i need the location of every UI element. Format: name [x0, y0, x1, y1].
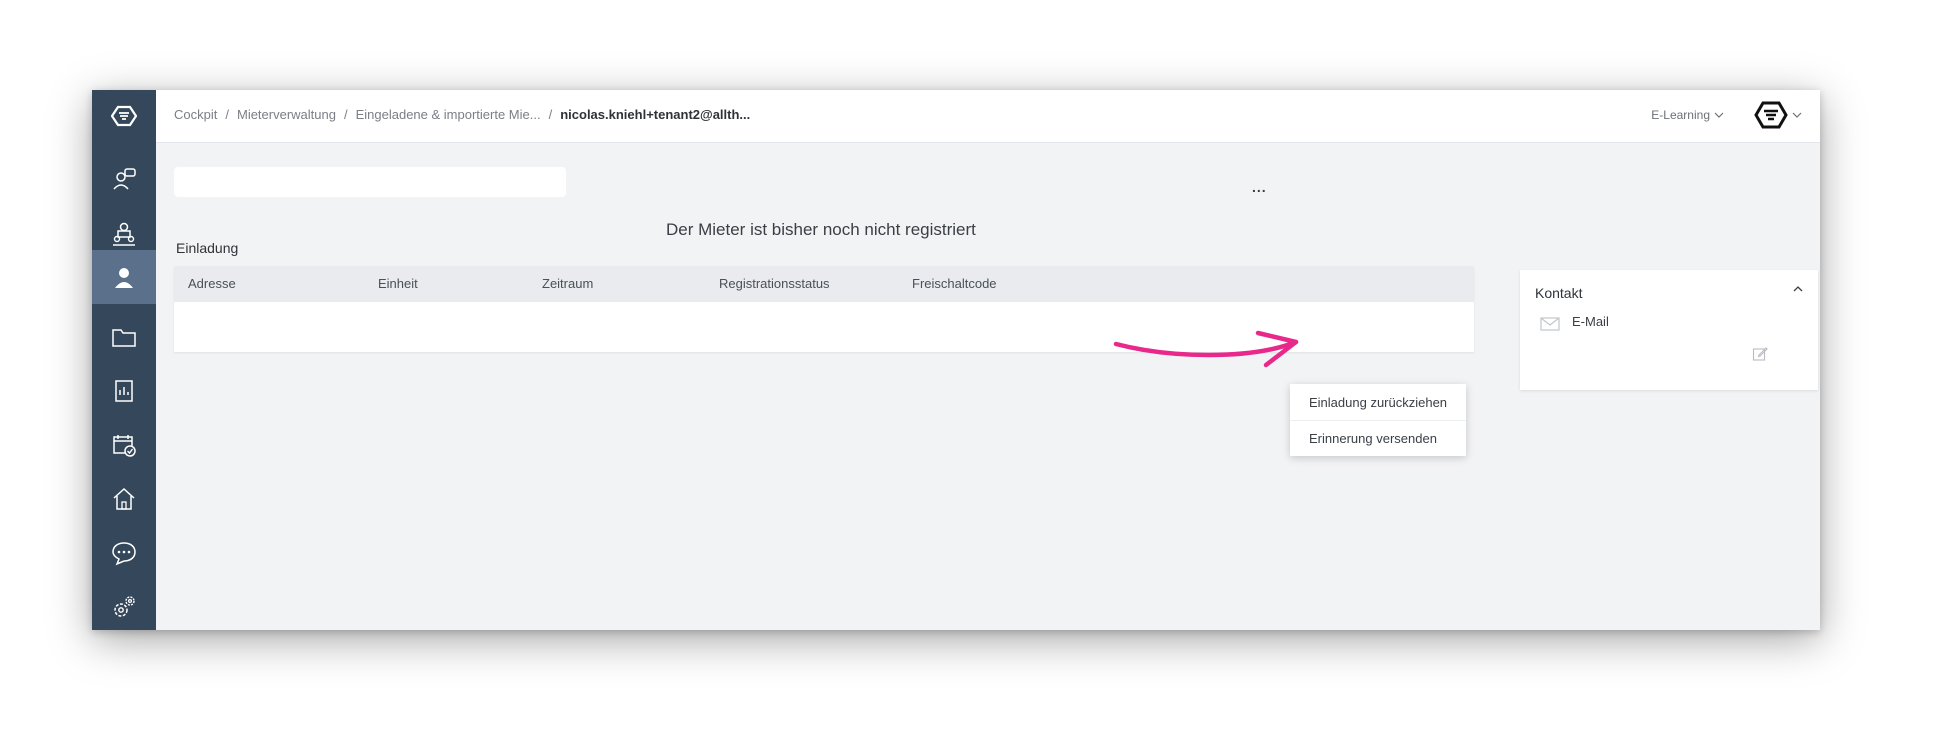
mail-icon — [1540, 317, 1560, 331]
menu-item-send-reminder[interactable]: Erinnerung versenden — [1290, 420, 1466, 456]
row-actions-button[interactable]: ... — [1252, 179, 1267, 195]
sidebar-item-appointments[interactable] — [92, 418, 156, 472]
chevron-down-icon — [1792, 112, 1802, 118]
elearning-menu[interactable]: E-Learning — [1651, 108, 1724, 122]
column-header-period: Zeitraum — [542, 276, 594, 291]
name-field[interactable] — [174, 167, 566, 197]
chevron-up-icon[interactable] — [1792, 284, 1804, 294]
table-row[interactable] — [186, 314, 1144, 344]
breadcrumb-item-tenant-management[interactable]: Mieterverwaltung — [237, 107, 336, 122]
home-icon — [113, 487, 135, 510]
chevron-down-icon — [1714, 112, 1724, 118]
contact-card: Kontakt E-Mail — [1520, 270, 1818, 390]
calendar-check-icon — [113, 435, 136, 457]
column-header-unit: Einheit — [378, 276, 418, 291]
invitation-table: Adresse Einheit Zeitraum Registrationsst… — [174, 266, 1474, 352]
report-icon — [115, 380, 133, 402]
column-header-address: Adresse — [188, 276, 236, 291]
contact-email-label: E-Mail — [1572, 314, 1609, 329]
elearning-label: E-Learning — [1651, 108, 1710, 122]
logo-icon — [111, 105, 137, 127]
sidebar-item-tenants[interactable] — [92, 250, 156, 304]
sidebar-logo[interactable] — [92, 90, 156, 142]
menu-item-withdraw-invitation[interactable]: Einladung zurückziehen — [1290, 384, 1466, 420]
breadcrumb: Cockpit / Mieterverwaltung / Eingeladene… — [174, 107, 750, 122]
breadcrumb-item-cockpit[interactable]: Cockpit — [174, 107, 217, 122]
folder-icon — [112, 329, 136, 347]
breadcrumb-item-invited-tenants[interactable]: Eingeladene & importierte Mie... — [356, 107, 541, 122]
column-header-registration-status: Registrationsstatus — [719, 276, 830, 291]
user-menu[interactable] — [1754, 99, 1802, 131]
team-icon — [113, 222, 135, 246]
chat-icon — [112, 542, 136, 566]
presenter-icon — [113, 168, 136, 190]
brand-logo-icon — [1754, 101, 1788, 129]
breadcrumb-item-current: nicolas.kniehl+tenant2@allth... — [560, 107, 751, 122]
breadcrumb-separator: / — [343, 107, 348, 122]
row-actions-menu: Einladung zurückziehen Erinnerung versen… — [1290, 384, 1466, 456]
sidebar-item-settings[interactable] — [92, 580, 156, 630]
contact-title: Kontakt — [1535, 285, 1583, 301]
sidebar-item-messages[interactable] — [92, 526, 156, 580]
main-content: Der Mieter ist bisher noch nicht registr… — [156, 142, 1820, 630]
app-window: Cockpit / Mieterverwaltung / Eingeladene… — [92, 90, 1820, 630]
sidebar-item-documents[interactable] — [92, 310, 156, 364]
sidebar-item-reports[interactable] — [92, 364, 156, 418]
invitation-section-title: Einladung — [176, 240, 239, 256]
sidebar-item-properties[interactable] — [92, 472, 156, 526]
breadcrumb-separator: / — [225, 107, 229, 122]
sidebar — [92, 90, 156, 630]
table-header: Adresse Einheit Zeitraum Registrationsst… — [174, 266, 1474, 302]
registration-notice: Der Mieter ist bisher noch nicht registr… — [666, 220, 976, 239]
column-header-activation-code: Freischaltcode — [912, 276, 997, 291]
breadcrumb-separator: / — [548, 107, 553, 122]
topbar: Cockpit / Mieterverwaltung / Eingeladene… — [156, 90, 1820, 143]
settings-icon — [114, 596, 135, 617]
sidebar-item-presenter[interactable] — [92, 152, 156, 206]
edit-icon[interactable] — [1752, 346, 1768, 362]
tenant-icon — [115, 268, 133, 288]
